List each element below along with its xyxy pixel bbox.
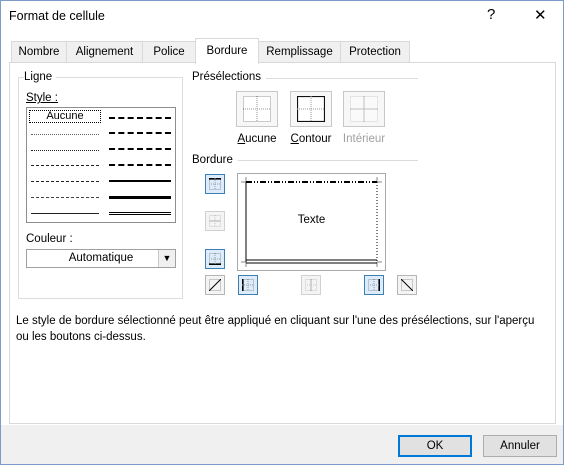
chevron-down-icon[interactable]: ▼ <box>158 250 175 267</box>
dialog-footer: OK Annuler <box>1 425 563 464</box>
color-label: Couleur : <box>26 233 73 245</box>
border-diagonal-up-button[interactable] <box>205 275 225 295</box>
border-right-button[interactable] <box>364 275 384 295</box>
line-style-dash-dot-dot[interactable] <box>31 165 99 166</box>
preset-outline-icon <box>297 96 325 122</box>
border-inside-vertical-button[interactable] <box>301 275 321 295</box>
preset-inside-label: Intérieur <box>342 133 386 145</box>
tab-remplissage[interactable]: Remplissage <box>258 41 341 63</box>
line-style-none[interactable]: Aucune <box>29 110 101 123</box>
border-top-icon <box>209 178 221 190</box>
line-style-thick[interactable] <box>109 196 171 199</box>
line-style-double[interactable] <box>109 212 171 215</box>
border-preview[interactable]: Texte <box>237 173 386 271</box>
dialog-title: Format de cellule <box>9 9 105 23</box>
line-style-medium-dash-dot-dot[interactable] <box>109 117 171 119</box>
line-style-dash-dot[interactable] <box>31 181 99 182</box>
style-label: Style : <box>26 92 58 104</box>
diagonal-up-icon <box>209 279 221 291</box>
border-diagonal-down-button[interactable] <box>397 275 417 295</box>
description-text: Le style de bordure sélectionné peut êtr… <box>16 315 535 343</box>
color-dropdown-value: Automatique <box>68 252 134 264</box>
preset-inside-button[interactable] <box>343 91 385 127</box>
line-style-medium[interactable] <box>109 180 171 182</box>
cancel-button[interactable]: Annuler <box>483 435 557 457</box>
border-left-button[interactable] <box>238 275 258 295</box>
preset-none-label: Aucune <box>237 133 277 145</box>
border-inside-horizontal-icon <box>209 215 221 227</box>
preset-outline-text: ontour <box>298 133 332 145</box>
help-button[interactable]: ? <box>487 6 495 23</box>
border-bottom-icon <box>209 253 221 265</box>
line-style-thin[interactable] <box>31 213 99 214</box>
tab-protection[interactable]: Protection <box>340 41 410 63</box>
line-style-medium-dash-dot[interactable] <box>109 148 171 150</box>
ok-button[interactable]: OK <box>398 435 472 457</box>
preset-outline-button[interactable] <box>290 91 332 127</box>
line-style-dotted[interactable] <box>31 150 99 151</box>
preset-outline-label: Contour <box>290 133 332 145</box>
tab-bordure[interactable]: Bordure <box>195 38 259 64</box>
tab-alignement[interactable]: Alignement <box>66 41 143 63</box>
format-cells-dialog: Format de cellule ? ✕ Nombre Alignement … <box>0 0 564 465</box>
preset-none-text: ucune <box>245 133 277 145</box>
preset-none-button[interactable] <box>236 91 278 127</box>
border-left-icon <box>242 279 254 291</box>
line-style-list[interactable]: Aucune <box>26 107 176 223</box>
line-style-dashed[interactable] <box>31 197 99 198</box>
tab-police[interactable]: Police <box>142 41 196 63</box>
line-group-title: Ligne <box>24 71 57 83</box>
title-bar: Format de cellule ? ✕ <box>1 1 563 32</box>
line-style-hair[interactable] <box>31 134 99 135</box>
line-style-medium-dashed[interactable] <box>109 164 171 166</box>
tab-panel-bordure: Ligne Style : Aucune Couleur : Automatiq… <box>9 62 556 424</box>
color-dropdown[interactable]: Automatique ▼ <box>26 249 176 268</box>
border-group-title: Bordure <box>192 154 237 166</box>
close-button[interactable]: ✕ <box>534 6 547 24</box>
border-bottom-button[interactable] <box>205 249 225 269</box>
border-right-icon <box>368 279 380 291</box>
preset-inside-icon <box>350 96 378 122</box>
tab-nombre[interactable]: Nombre <box>11 41 67 63</box>
preset-none-icon <box>243 96 271 122</box>
border-inside-horizontal-button[interactable] <box>205 211 225 231</box>
preview-text: Texte <box>297 214 326 226</box>
presets-divider <box>266 78 418 79</box>
border-top-button[interactable] <box>205 174 225 194</box>
line-style-slant-dash-dot[interactable] <box>109 132 171 134</box>
presets-group-title: Présélections <box>192 71 266 83</box>
border-divider <box>238 160 418 161</box>
border-inside-vertical-icon <box>305 279 317 291</box>
diagonal-down-icon <box>401 279 413 291</box>
